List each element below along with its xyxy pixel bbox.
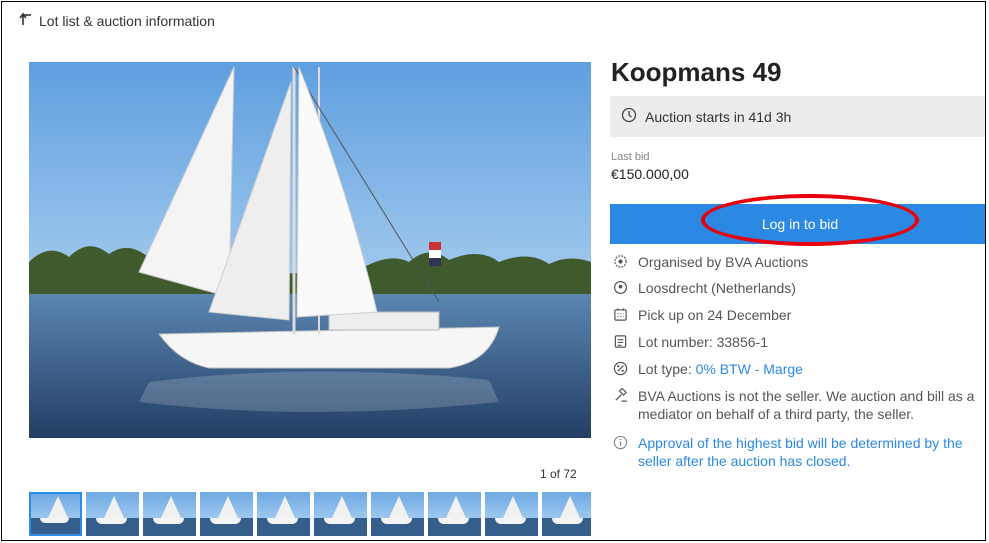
- back-arrow-icon: [19, 12, 33, 29]
- gavel-icon: [613, 387, 628, 407]
- lot-page: Lot list & auction information 1 of 72 K…: [1, 1, 986, 541]
- thumbnail[interactable]: [143, 492, 196, 536]
- lot-type-label: Lot type:: [638, 361, 696, 377]
- location-row: Loosdrecht (Netherlands): [613, 279, 796, 299]
- info-icon: [613, 434, 628, 454]
- thumbnail-strip: [29, 492, 591, 536]
- approval-row: Approval of the highest bid will be dete…: [613, 434, 985, 470]
- lot-type-row: Lot type: 0% BTW - Marge: [613, 360, 803, 380]
- lot-number-text: Lot number: 33856-1: [638, 334, 768, 350]
- thumbnail[interactable]: [428, 492, 481, 536]
- thumbnail[interactable]: [542, 492, 591, 536]
- document-icon: [613, 333, 628, 353]
- thumbnail[interactable]: [485, 492, 538, 536]
- photo-counter: 1 of 72: [540, 467, 577, 481]
- thumbnail[interactable]: [200, 492, 253, 536]
- last-bid-label: Last bid: [611, 151, 650, 163]
- mediator-text: BVA Auctions is not the seller. We aucti…: [638, 388, 975, 422]
- calendar-icon: [613, 306, 628, 326]
- clock-icon: [621, 107, 637, 126]
- lot-type-link[interactable]: 0% BTW - Marge: [696, 361, 803, 377]
- mediator-row: BVA Auctions is not the seller. We aucti…: [613, 387, 985, 423]
- location-pin-icon: [613, 279, 628, 299]
- thumbnail[interactable]: [371, 492, 424, 536]
- thumbnail[interactable]: [314, 492, 367, 536]
- last-bid-value: €150.000,00: [611, 166, 689, 182]
- back-link[interactable]: Lot list & auction information: [19, 12, 215, 29]
- percent-badge-icon: [613, 360, 628, 380]
- organiser-text: Organised by BVA Auctions: [638, 254, 809, 270]
- pickup-row: Pick up on 24 December: [613, 306, 791, 326]
- highlight-circle: [701, 194, 919, 246]
- main-photo[interactable]: [29, 62, 591, 438]
- lot-number-row: Lot number: 33856-1: [613, 333, 768, 353]
- thumbnail[interactable]: [257, 492, 310, 536]
- approval-text: Approval of the highest bid will be dete…: [638, 435, 963, 469]
- pickup-text: Pick up on 24 December: [638, 307, 792, 323]
- location-text: Loosdrecht (Netherlands): [638, 280, 796, 296]
- thumbnail[interactable]: [86, 492, 139, 536]
- auction-status-box: Auction starts in 41d 3h: [610, 96, 985, 137]
- thumbnail[interactable]: [29, 492, 82, 536]
- auction-status-text: Auction starts in 41d 3h: [645, 108, 792, 125]
- lot-title: Koopmans 49: [611, 57, 782, 87]
- settings-icon: [613, 253, 628, 273]
- organiser-row: Organised by BVA Auctions: [613, 253, 808, 273]
- back-link-label: Lot list & auction information: [39, 12, 215, 29]
